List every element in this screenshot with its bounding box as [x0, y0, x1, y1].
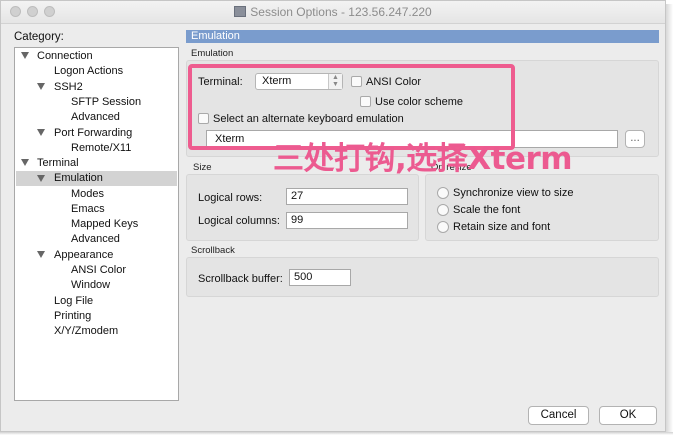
sync-view-radio[interactable] [437, 187, 449, 199]
tree-item-port-forwarding[interactable]: Port Forwarding [54, 126, 132, 141]
emulation-section-label: Emulation [191, 48, 234, 59]
tree-item-xyzmodem[interactable]: X/Y/Zmodem [54, 324, 118, 339]
browse-button[interactable]: ... [625, 130, 645, 148]
window-title: Session Options - 123.56.247.220 [250, 5, 432, 19]
expand-triangle-icon[interactable] [37, 129, 45, 136]
tree-item-ssh2[interactable]: SSH2 [54, 80, 83, 95]
panel-title: Emulation [186, 30, 659, 43]
logical-rows-label: Logical rows: [198, 192, 263, 204]
category-label: Category: [14, 31, 64, 43]
tree-item-sftp-session[interactable]: SFTP Session [71, 95, 141, 110]
tree-item-mapped-keys[interactable]: Mapped Keys [71, 217, 138, 232]
ok-button[interactable]: OK [599, 406, 657, 425]
expand-triangle-icon[interactable] [21, 52, 29, 59]
sync-view-label: Synchronize view to size [453, 187, 574, 199]
expand-triangle-icon[interactable] [37, 175, 45, 182]
cancel-button[interactable]: Cancel [528, 406, 589, 425]
tree-item-printing[interactable]: Printing [54, 309, 91, 324]
app-icon [234, 6, 247, 17]
logical-columns-label: Logical columns: [198, 215, 280, 227]
tree-item-emulation[interactable]: Emulation [54, 171, 103, 186]
tree-item-connection[interactable]: Connection [37, 49, 93, 64]
tree-item-emacs[interactable]: Emacs [71, 202, 105, 217]
logical-rows-input[interactable]: 27 [286, 188, 408, 205]
tree-item-remote-x11[interactable]: Remote/X11 [71, 141, 131, 156]
expand-triangle-icon[interactable] [37, 251, 45, 258]
tree-item-appearance[interactable]: Appearance [54, 248, 113, 263]
size-group [186, 174, 419, 241]
tree-item-ansi-color[interactable]: ANSI Color [71, 263, 126, 278]
tree-item-logon-actions[interactable]: Logon Actions [54, 64, 123, 79]
window-shadow [666, 4, 673, 435]
tree-item-emulation-row[interactable]: Emulation [16, 171, 177, 186]
tree-item-terminal[interactable]: Terminal [37, 156, 79, 171]
logical-columns-input[interactable]: 99 [286, 212, 408, 229]
tree-item-log-file[interactable]: Log File [54, 294, 93, 309]
window-title-area: Session Options - 123.56.247.220 [1, 5, 665, 19]
scale-font-radio[interactable] [437, 204, 449, 216]
tree-item-advanced-ssh2[interactable]: Advanced [71, 110, 120, 125]
scrollback-buffer-input[interactable]: 500 [289, 269, 351, 286]
scrollback-section-label: Scrollback [191, 245, 235, 256]
category-tree[interactable]: Connection Logon Actions SSH2 SFTP Sessi… [14, 47, 179, 401]
scale-font-label: Scale the font [453, 204, 521, 216]
retain-size-label: Retain size and font [453, 221, 551, 233]
scrollback-buffer-label: Scrollback buffer: [198, 273, 283, 285]
title-bar: Session Options - 123.56.247.220 [1, 1, 665, 24]
expand-triangle-icon[interactable] [21, 159, 29, 166]
session-options-dialog: Session Options - 123.56.247.220 Categor… [0, 0, 666, 432]
retain-size-radio[interactable] [437, 221, 449, 233]
size-section-label: Size [193, 162, 212, 173]
annotation-text: 三处打钩,选择Xterm [273, 141, 573, 177]
expand-triangle-icon[interactable] [37, 83, 45, 90]
tree-item-advanced-terminal[interactable]: Advanced [71, 232, 120, 247]
tree-item-window[interactable]: Window [71, 278, 110, 293]
tree-item-modes[interactable]: Modes [71, 187, 104, 202]
